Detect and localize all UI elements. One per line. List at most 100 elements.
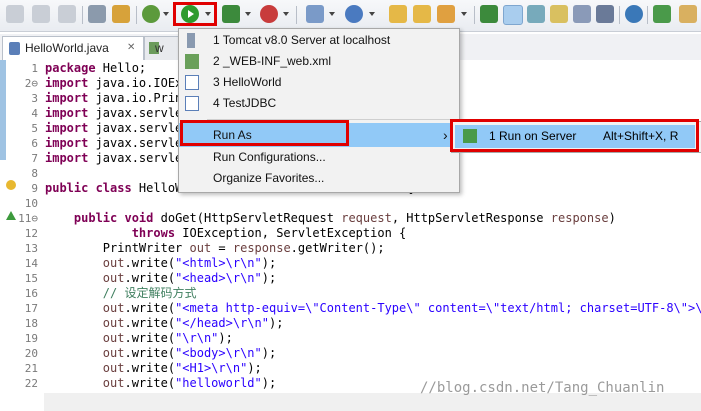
pages-icon[interactable] <box>573 5 591 23</box>
code-token: javax.servle <box>88 106 183 120</box>
toolbar-separator <box>474 6 475 24</box>
code-token: out <box>102 331 125 345</box>
code-token: java.io.IOEx <box>88 76 183 90</box>
code-text: package Hello; <box>45 61 146 76</box>
code-token: "<head>\r\n" <box>175 271 262 285</box>
code-text: out.write("<body>\r\n"); <box>45 346 276 361</box>
menu-item-recent-3[interactable]: 3 HelloWorld <box>179 72 459 93</box>
line-number: 19 <box>24 332 38 345</box>
line-number: 9 <box>31 182 38 195</box>
folder-icon[interactable] <box>413 5 431 23</box>
file-icon[interactable] <box>550 5 568 23</box>
stop-icon[interactable] <box>260 5 278 23</box>
code-line: 20 out.write("<body>\r\n"); <box>0 346 701 361</box>
code-token: .write( <box>124 361 176 375</box>
code-line: 19 out.write("\r\n"); <box>0 331 701 346</box>
markup-icon[interactable] <box>527 5 545 23</box>
toolbar-separator <box>136 6 137 24</box>
code-text: public void doGet(HttpServletRequest req… <box>45 211 616 226</box>
code-token: ); <box>261 271 277 285</box>
brush-icon[interactable] <box>437 5 455 23</box>
line-number: 11⊖ <box>18 212 38 225</box>
menu-item-run-configurations[interactable]: Run Configurations... <box>179 147 459 168</box>
menu-item-organize-favorites[interactable]: Organize Favorites... <box>179 168 459 189</box>
code-token: out <box>102 271 125 285</box>
code-text: out.write("</head>\r\n"); <box>45 316 284 331</box>
highlighter-icon[interactable] <box>503 5 523 25</box>
code-text: out.write("<meta http-equiv=\"Content-Ty… <box>45 301 701 316</box>
tool-icon[interactable] <box>653 5 671 23</box>
watermark: //blog.csdn.net/Tang_Chuanlin <box>420 380 665 396</box>
nav-icon[interactable] <box>88 5 106 23</box>
back-icon[interactable] <box>6 5 24 23</box>
forward-icon[interactable] <box>32 5 50 23</box>
code-token: throws <box>131 226 176 240</box>
code-token: java.io.Prin <box>88 91 183 105</box>
code-token: import <box>45 91 89 105</box>
code-token: = <box>211 241 233 255</box>
java-file-icon <box>185 75 199 90</box>
script-icon[interactable] <box>679 5 697 23</box>
code-token: response <box>232 241 291 255</box>
code-token: , HttpServletResponse <box>391 211 551 225</box>
code-token: Hello; <box>95 61 147 75</box>
code-token: .write( <box>124 301 176 315</box>
new-server-icon[interactable] <box>306 5 324 23</box>
code-token: import <box>45 136 89 150</box>
code-token: HelloW <box>131 181 183 195</box>
settings-icon[interactable] <box>345 5 363 23</box>
code-text: import java.io.Prin <box>45 91 182 106</box>
code-token: public class <box>45 181 132 195</box>
code-text: import javax.servle <box>45 136 182 151</box>
line-number: 12 <box>24 227 38 240</box>
code-text: out.write("<H1>\r\n"); <box>45 361 262 376</box>
code-token: response <box>550 211 609 225</box>
close-icon[interactable]: ✕ <box>127 37 135 59</box>
tab-label: HelloWorld.java <box>25 41 109 55</box>
code-token: .write( <box>124 376 176 390</box>
brush-dropdown-icon[interactable] <box>461 12 467 16</box>
code-token: javax.servle <box>88 151 183 165</box>
code-text: out.write("\r\n"); <box>45 331 233 346</box>
line-number: 7 <box>31 152 38 165</box>
toolbar-separator <box>296 6 297 24</box>
debug-icon[interactable] <box>142 5 160 23</box>
tab-helloworld-java[interactable]: HelloWorld.java ✕ <box>2 36 144 60</box>
code-token: out <box>102 256 125 270</box>
run-as-highlight <box>180 120 349 146</box>
code-token: public void <box>73 211 154 225</box>
submenu-arrow-icon: › <box>443 127 448 143</box>
open-folder-icon[interactable] <box>389 5 407 23</box>
globe-icon[interactable] <box>625 5 643 23</box>
code-token: // 设定解码方式 <box>102 286 197 300</box>
coverage-icon[interactable] <box>222 5 240 23</box>
menu-item-recent-1[interactable]: 1 Tomcat v8.0 Server at localhost <box>179 30 459 51</box>
code-line: 13 PrintWriter out = response.getWriter(… <box>0 241 701 256</box>
menu-item-recent-2[interactable]: 2 _WEB-INF_web.xml <box>179 51 459 72</box>
paragraph-icon[interactable] <box>596 5 614 23</box>
coverage-dropdown-icon[interactable] <box>245 12 251 16</box>
code-line: 16 // 设定解码方式 <box>0 286 701 301</box>
code-token: request <box>341 211 392 225</box>
settings-dropdown-icon[interactable] <box>369 12 375 16</box>
code-token: import <box>45 106 89 120</box>
stop-dropdown-icon[interactable] <box>283 12 289 16</box>
line-number: 5 <box>31 122 38 135</box>
menu-item-recent-4[interactable]: 4 TestJDBC <box>179 93 459 114</box>
new-server-dropdown-icon[interactable] <box>329 12 335 16</box>
code-token: "</head>\r\n" <box>175 316 269 330</box>
code-text: // 设定解码方式 <box>45 286 197 301</box>
line-number: 14 <box>24 257 38 270</box>
pin-icon[interactable] <box>480 5 498 23</box>
xml-icon <box>185 54 199 69</box>
wizard-icon[interactable] <box>112 5 130 23</box>
line-number: 6 <box>31 137 38 150</box>
line-number: 17 <box>24 302 38 315</box>
debug-dropdown-icon[interactable] <box>163 12 169 16</box>
refresh-icon[interactable] <box>58 5 76 23</box>
